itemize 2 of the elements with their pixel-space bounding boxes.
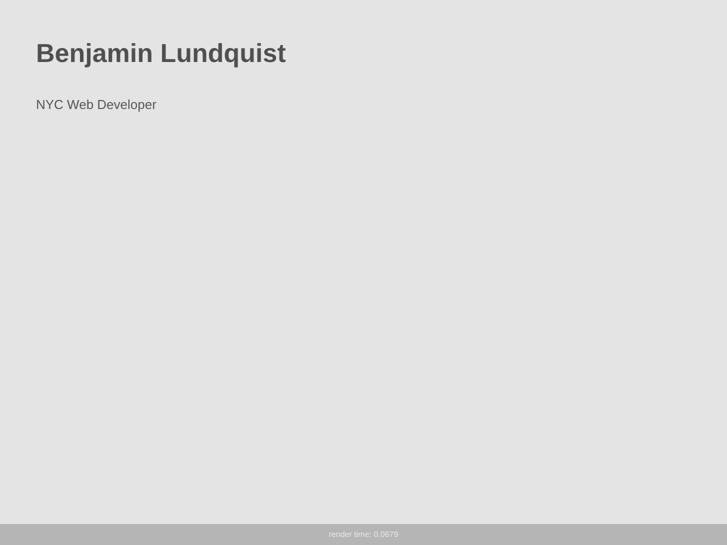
tagline: NYC Web Developer — [36, 97, 156, 112]
site-title: Benjamin Lundquist — [36, 38, 286, 69]
